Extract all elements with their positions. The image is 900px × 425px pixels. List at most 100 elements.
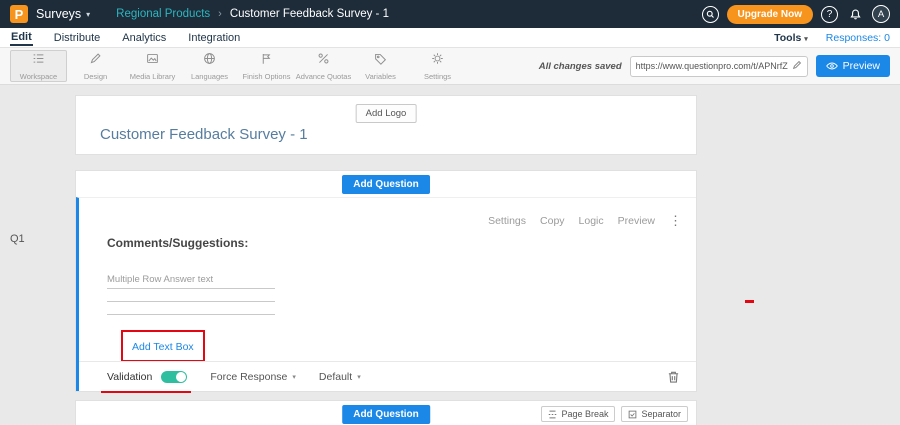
- breadcrumb-parent[interactable]: Regional Products: [116, 8, 210, 20]
- tab-edit[interactable]: Edit: [10, 29, 33, 46]
- search-icon[interactable]: [702, 6, 719, 23]
- add-question-button-bottom[interactable]: Add Question: [342, 405, 430, 424]
- design-icon: [89, 52, 102, 70]
- surveys-menu[interactable]: Surveys ▾: [36, 7, 90, 21]
- questionpro-logo[interactable]: P: [10, 5, 28, 23]
- responses-count[interactable]: Responses: 0: [826, 32, 890, 44]
- toolbar-item-label: Workspace: [20, 72, 57, 81]
- edit-url-pencil-icon[interactable]: [792, 57, 802, 75]
- avatar[interactable]: A: [872, 5, 890, 23]
- toolbar-item-label: Languages: [191, 72, 228, 81]
- survey-title[interactable]: Customer Feedback Survey - 1: [100, 126, 308, 143]
- variables-icon: [374, 52, 387, 70]
- media-library-icon: [146, 52, 159, 70]
- toolbar-item-media-library[interactable]: Media Library: [124, 50, 181, 82]
- toolbar-item-variables[interactable]: Variables: [352, 50, 409, 82]
- toolbar-right: All changes saved Preview: [539, 55, 890, 77]
- separator-button[interactable]: Separator: [621, 406, 688, 422]
- question-settings-link[interactable]: Settings: [488, 215, 526, 227]
- question-footer: Validation Force Response ▾ Default ▾: [79, 361, 696, 391]
- chevron-down-icon: ▾: [86, 10, 90, 19]
- upgrade-button[interactable]: Upgrade Now: [727, 5, 813, 24]
- answer-area: Multiple Row Answer text: [107, 274, 275, 315]
- force-response-dropdown[interactable]: Force Response ▾: [210, 371, 296, 383]
- autosave-status: All changes saved: [539, 61, 622, 72]
- nav-right: Tools ▾ Responses: 0: [774, 32, 890, 44]
- toggle-knob: [176, 372, 186, 382]
- layout-controls: Page Break Separator: [541, 406, 688, 422]
- preview-button[interactable]: Preview: [816, 55, 890, 77]
- preview-label: Preview: [843, 60, 880, 72]
- notifications-bell-icon[interactable]: [846, 5, 864, 23]
- add-question-row: Add Question: [76, 171, 696, 197]
- default-label: Default: [319, 371, 352, 383]
- add-logo-button[interactable]: Add Logo: [356, 104, 417, 123]
- survey-url-box: [630, 56, 808, 77]
- toolbar-item-settings[interactable]: Settings: [409, 50, 466, 82]
- eye-icon: [826, 61, 838, 71]
- breadcrumb-separator-icon: ›: [218, 8, 222, 20]
- question-logic-link[interactable]: Logic: [579, 215, 604, 227]
- help-icon[interactable]: ?: [821, 6, 838, 23]
- question-block: Settings Copy Logic Preview ⋮ Comments/S…: [76, 197, 696, 391]
- separator-label: Separator: [641, 409, 681, 419]
- answer-row-1[interactable]: Multiple Row Answer text: [107, 274, 275, 289]
- toolbar-item-label: Advance Quotas: [296, 72, 351, 81]
- answer-row-3[interactable]: [107, 302, 275, 315]
- tab-integration[interactable]: Integration: [187, 30, 241, 45]
- question-copy-link[interactable]: Copy: [540, 215, 565, 227]
- app-root: P Surveys ▾ Regional Products › Customer…: [0, 0, 900, 425]
- languages-icon: [203, 52, 216, 70]
- surveys-menu-label: Surveys: [36, 7, 81, 21]
- chevron-down-icon: ▾: [292, 373, 296, 381]
- topbar-actions: Upgrade Now ? A: [702, 5, 890, 24]
- workspace-icon: [32, 52, 45, 70]
- page-break-button[interactable]: Page Break: [541, 406, 615, 422]
- survey-header-card: Add Logo Customer Feedback Survey - 1: [75, 95, 697, 155]
- breadcrumb: Regional Products › Customer Feedback Su…: [116, 8, 389, 20]
- tab-distribute[interactable]: Distribute: [53, 30, 101, 45]
- bottom-add-question-strip: Add Question Page Break Separator: [75, 400, 697, 425]
- add-text-box-annotation: Add Text Box: [121, 330, 205, 362]
- advance-quotas-icon: [317, 52, 330, 70]
- toolbar-item-label: Media Library: [130, 72, 175, 81]
- settings-gear-icon: [431, 52, 444, 70]
- validation-toggle[interactable]: [161, 371, 187, 383]
- separator-checkbox-icon: [628, 410, 637, 419]
- red-dash-annotation: [745, 300, 754, 303]
- editor-toolbar: Workspace Design Media Library Languages…: [0, 48, 900, 85]
- breadcrumb-current: Customer Feedback Survey - 1: [230, 8, 389, 20]
- survey-url-input[interactable]: [636, 61, 792, 71]
- chevron-down-icon: ▾: [804, 36, 808, 43]
- answer-row-2[interactable]: [107, 289, 275, 302]
- kebab-menu-icon[interactable]: ⋮: [669, 213, 682, 229]
- question-preview-link[interactable]: Preview: [618, 215, 655, 227]
- question-number: Q1: [10, 233, 25, 245]
- toolbar-item-design[interactable]: Design: [67, 50, 124, 82]
- add-question-button-top[interactable]: Add Question: [342, 175, 430, 194]
- validation-annotation-underline: [101, 391, 191, 393]
- finish-options-icon: [260, 52, 273, 70]
- delete-question-trash-icon[interactable]: [667, 370, 680, 384]
- toolbar-item-finish-options[interactable]: Finish Options: [238, 50, 295, 82]
- tools-menu[interactable]: Tools ▾: [774, 32, 808, 44]
- tools-label: Tools: [774, 32, 801, 44]
- question-text[interactable]: Comments/Suggestions:: [107, 236, 248, 250]
- toolbar-item-label: Design: [84, 72, 107, 81]
- survey-canvas: Q1 Add Logo Customer Feedback Survey - 1…: [0, 85, 900, 425]
- chevron-down-icon: ▾: [357, 373, 361, 381]
- toolbar-item-label: Variables: [365, 72, 396, 81]
- topbar: P Surveys ▾ Regional Products › Customer…: [0, 0, 900, 28]
- force-response-label: Force Response: [210, 371, 287, 383]
- toolbar-item-workspace[interactable]: Workspace: [10, 50, 67, 82]
- toolbar-item-languages[interactable]: Languages: [181, 50, 238, 82]
- default-dropdown[interactable]: Default ▾: [319, 371, 361, 383]
- toolbar-item-advance-quotas[interactable]: Advance Quotas: [295, 50, 352, 82]
- question-card: Add Question Settings Copy Logic Preview…: [75, 170, 697, 392]
- page-break-icon: [548, 410, 557, 419]
- section-nav: Edit Distribute Analytics Integration To…: [0, 28, 900, 48]
- add-text-box-link[interactable]: Add Text Box: [132, 341, 194, 353]
- tab-analytics[interactable]: Analytics: [121, 30, 167, 45]
- validation-label: Validation: [107, 371, 152, 383]
- question-menu: Settings Copy Logic Preview ⋮: [488, 213, 682, 229]
